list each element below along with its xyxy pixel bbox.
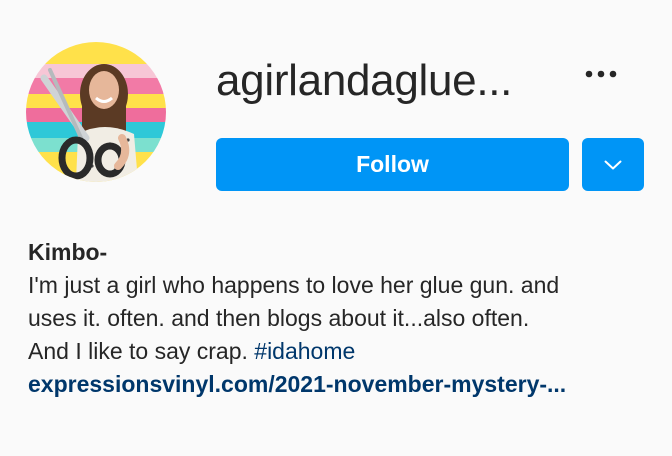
chevron-down-icon [604, 160, 622, 169]
avatar-image [26, 42, 166, 182]
website-link[interactable]: expressionsvinyl.com/2021-november-myste… [28, 368, 658, 401]
hashtag-link[interactable]: #idahome [254, 338, 355, 364]
bio-text-line: uses it. often. and then blogs about it.… [28, 305, 530, 331]
profile-username: agirlandaglue... [216, 56, 513, 105]
profile-avatar[interactable] [26, 42, 166, 182]
profile-bio: Kimbo- I'm just a girl who happens to lo… [28, 236, 658, 401]
more-options-button[interactable] [578, 60, 624, 88]
follow-button[interactable]: Follow [216, 138, 569, 191]
more-horizontal-icon [585, 70, 617, 78]
profile-display-name: Kimbo- [28, 239, 108, 265]
suggested-accounts-dropdown-button[interactable] [582, 138, 644, 191]
bio-text-line: And I like to say crap. [28, 338, 255, 364]
bio-text-line: I'm just a girl who happens to love her … [28, 272, 560, 298]
